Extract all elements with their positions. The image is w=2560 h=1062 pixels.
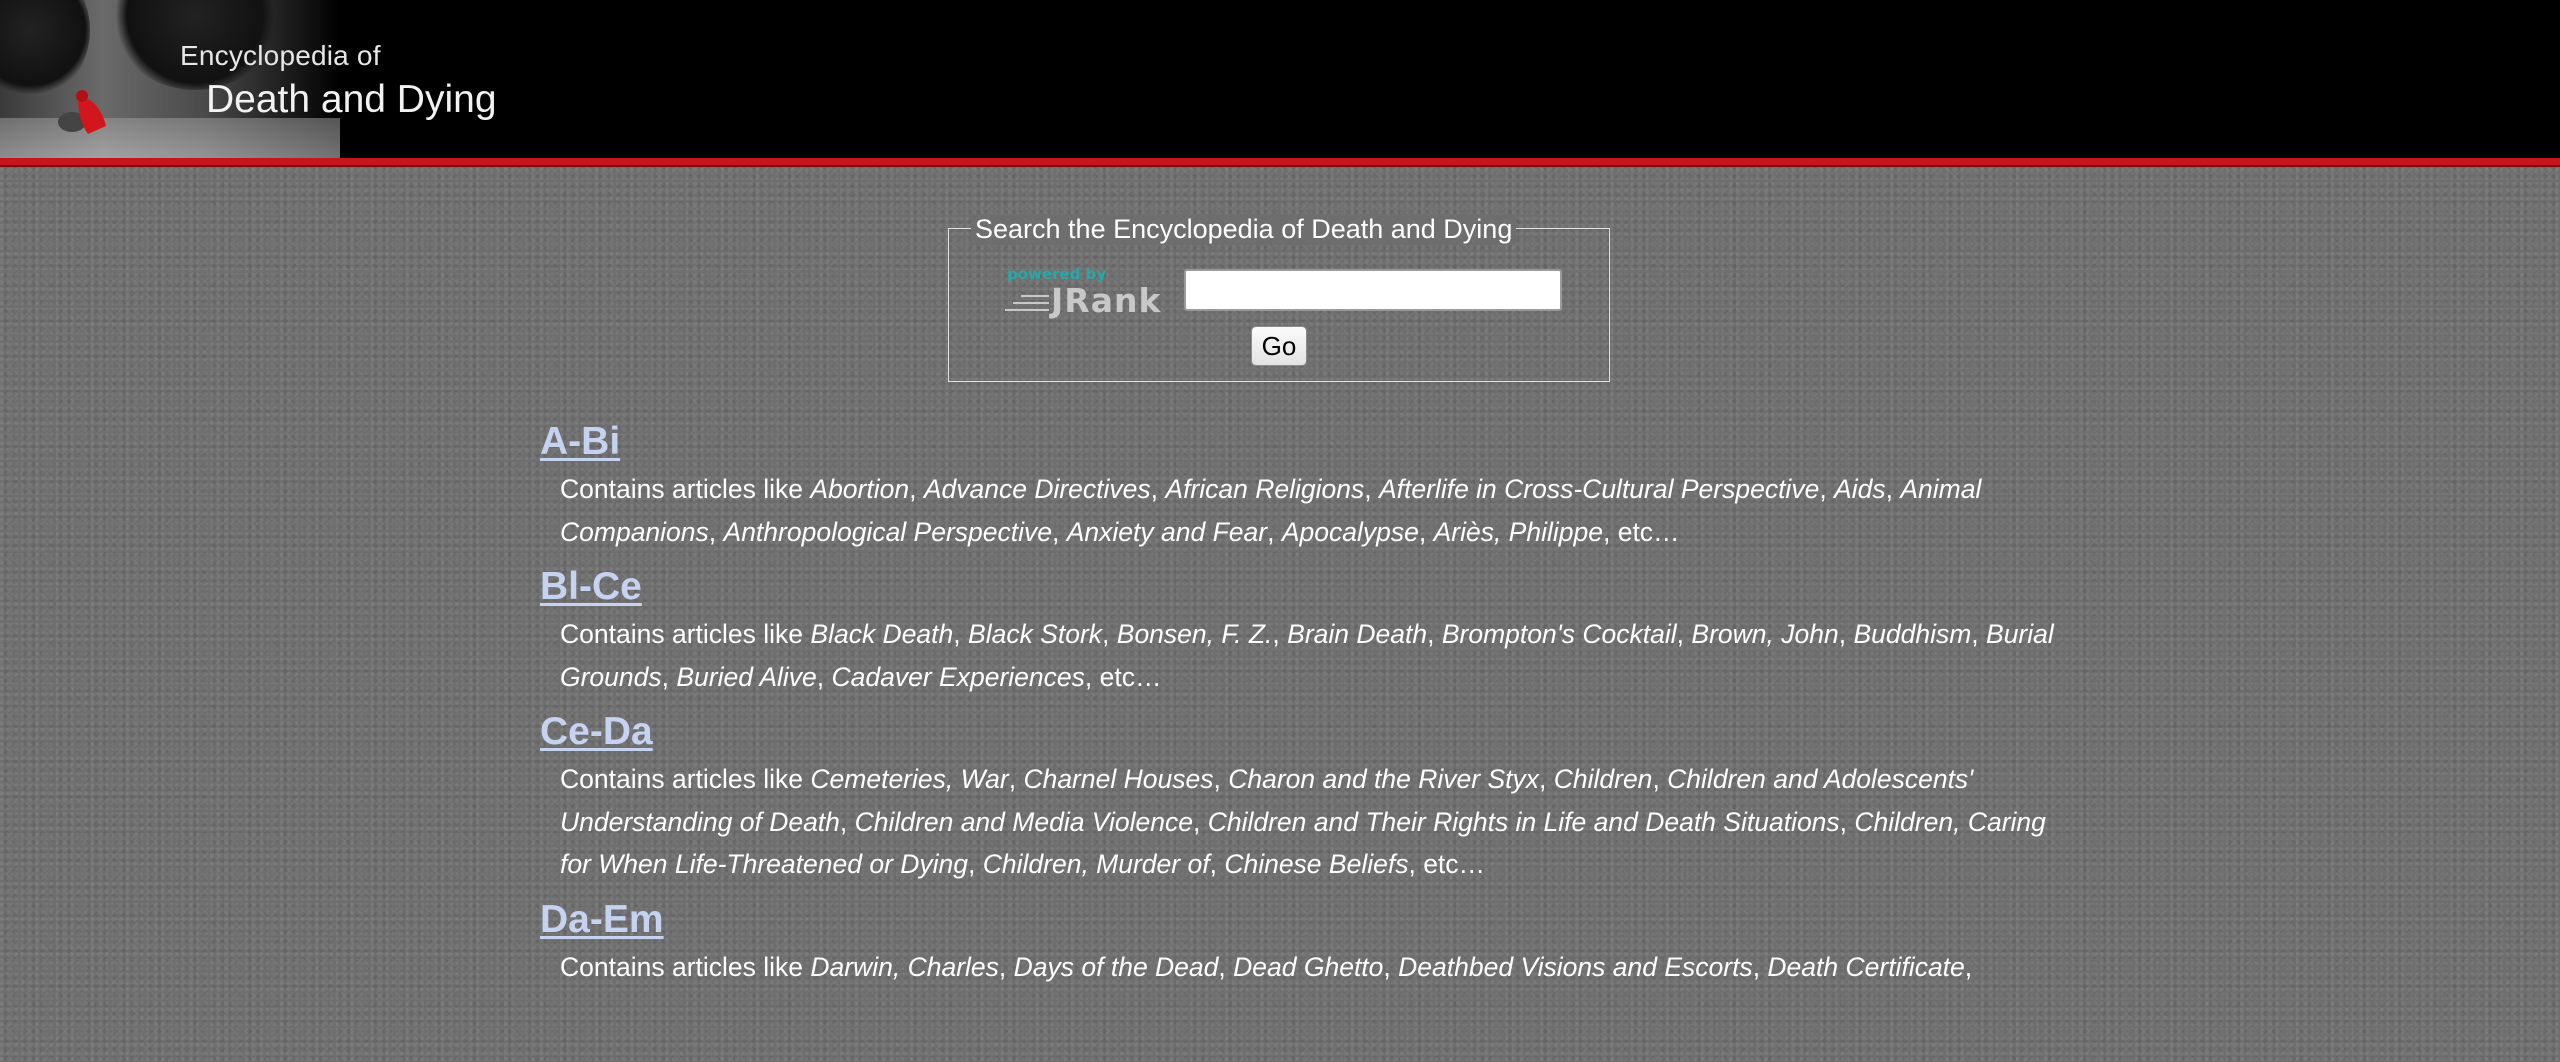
article-title: Death Certificate (1767, 951, 1965, 982)
section-item: A-Bi Contains articles like Abortion, Adv… (540, 420, 2040, 553)
section-item: Ce-Da Contains articles like Cemeteries, … (540, 710, 2046, 886)
article-title: Apocalypse (1281, 516, 1419, 547)
search-input[interactable] (1184, 269, 1562, 311)
article-title: Advance Directives (923, 474, 1151, 504)
article-title: Deathbed Visions and Escorts (1398, 951, 1753, 982)
article-title: Children, Murder of (982, 849, 1210, 879)
article-title: Anthropological Perspective (723, 516, 1053, 547)
section-description: Contains articles like Abortion, Advance… (560, 474, 1982, 547)
go-button[interactable]: Go (1251, 326, 1307, 366)
site-title-small[interactable]: Encyclopedia of (180, 40, 381, 72)
description-intro: Contains articles like (560, 474, 811, 504)
article-title: Brain Death (1287, 619, 1428, 649)
description-intro: Contains articles like (560, 951, 811, 982)
section-item: Da-Em Contains articles like Darwin, Char… (540, 898, 2040, 989)
article-title: Ariès, Philippe (1433, 516, 1603, 547)
article-title: Afterlife in Cross-Cultural Perspective (1378, 474, 1820, 504)
section-list: A-Bi Contains articles like Abortion, Adv… (540, 420, 2054, 1000)
section-heading-link[interactable]: Bl-Ce (540, 565, 642, 609)
article-title: Cadaver Experiences (831, 661, 1085, 692)
mourner-figure-icon (58, 90, 106, 134)
article-title: Chinese Beliefs (1224, 849, 1409, 879)
section-description: Contains articles like Darwin, Charles, … (560, 951, 1973, 982)
description-outro: etc… (1617, 516, 1680, 547)
article-title: Dead Ghetto (1233, 951, 1384, 982)
search-form: Search the Encyclopedia of Death and Dyi… (948, 214, 1610, 382)
section-heading-link[interactable]: Ce-Da (540, 710, 653, 754)
description-intro: Contains articles like (560, 619, 811, 649)
section-item: Bl-Ce Contains articles like Black Death,… (540, 565, 2054, 698)
article-title: Aids (1834, 474, 1886, 504)
article-title: Bonsen, F. Z. (1116, 619, 1273, 649)
article-title: Days of the Dead (1013, 951, 1219, 982)
tree-silhouette (0, 0, 90, 100)
article-title: Charon and the River Styx (1228, 764, 1539, 794)
speed-lines-icon (1005, 295, 1049, 311)
section-heading-link[interactable]: Da-Em (540, 898, 664, 942)
article-title: Brompton's Cocktail (1441, 619, 1677, 649)
jrank-brand: JRank (1051, 281, 1162, 320)
search-legend: Search the Encyclopedia of Death and Dyi… (971, 214, 1517, 245)
article-title: Anxiety and Fear (1066, 516, 1268, 547)
article-title: African Religions (1165, 474, 1365, 504)
section-description: Contains articles like Black Death, Blac… (560, 619, 2054, 692)
description-intro: Contains articles like (560, 764, 811, 794)
site-title-large[interactable]: Death and Dying (206, 78, 497, 122)
site-header: Encyclopedia of Death and Dying (0, 0, 2560, 165)
article-title: Brown, John (1691, 619, 1839, 649)
article-title: Children and Their Rights in Life and De… (1207, 806, 1840, 837)
article-title: Black Stork (968, 619, 1103, 649)
description-outro: etc… (1099, 661, 1162, 692)
article-title: Buddhism (1853, 619, 1972, 649)
section-heading-link[interactable]: A-Bi (540, 420, 620, 464)
description-outro: etc… (1423, 849, 1486, 879)
section-description: Contains articles like Cemeteries, War, … (560, 764, 2046, 879)
article-title: Charnel Houses (1023, 764, 1214, 794)
jrank-logo[interactable]: powered by JRank (1005, 265, 1165, 320)
article-title: Buried Alive (676, 661, 817, 692)
article-title: Darwin, Charles (810, 951, 999, 982)
article-title: Black Death (810, 619, 954, 649)
article-title: Children and Media Violence (854, 806, 1193, 837)
ground-image (0, 118, 340, 158)
article-title: Cemeteries, War (810, 764, 1009, 794)
article-title: Children (1553, 764, 1653, 794)
article-title: Abortion (810, 474, 910, 504)
